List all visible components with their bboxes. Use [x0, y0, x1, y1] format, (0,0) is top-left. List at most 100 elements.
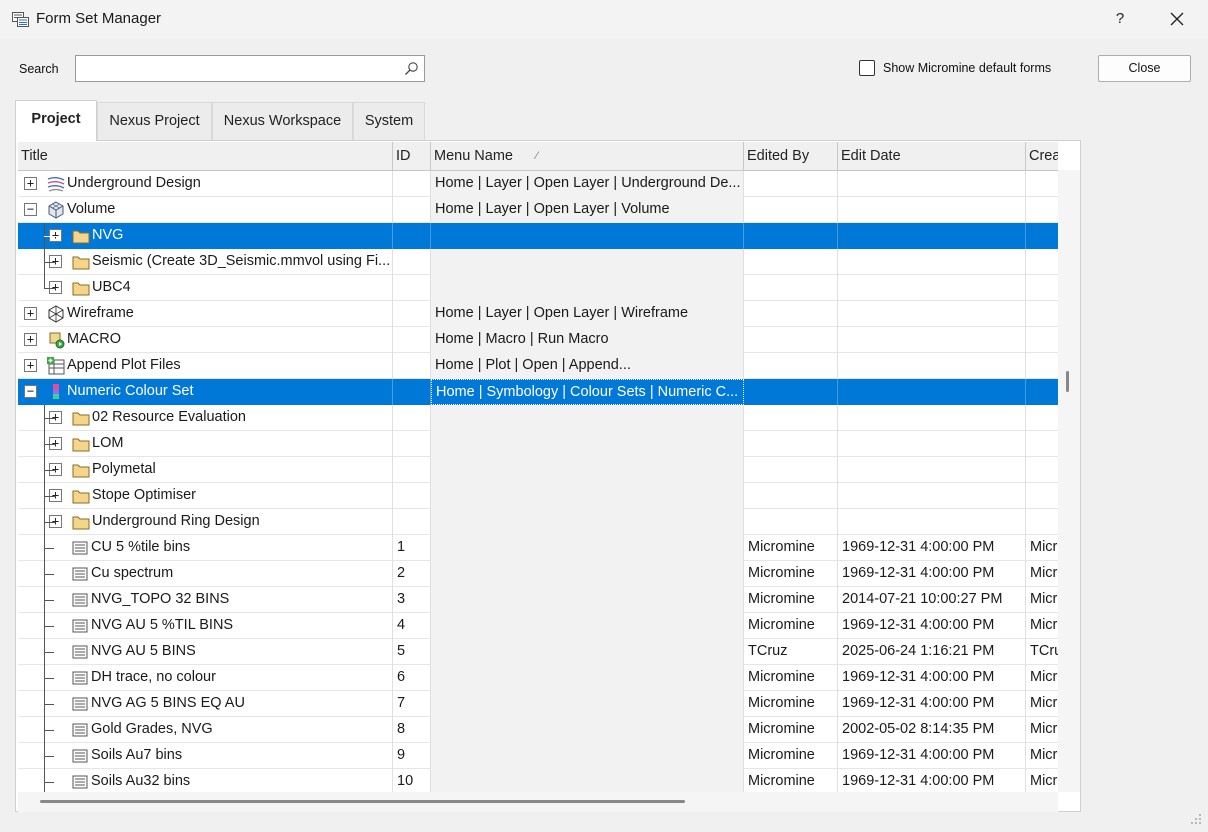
column-header-title[interactable]: Title — [18, 142, 393, 171]
cell-menu[interactable]: Home | Symbology | Colour Sets | Numeric… — [431, 379, 744, 405]
cell-edit-date[interactable] — [838, 405, 1026, 431]
cell-menu[interactable] — [431, 249, 744, 275]
cell-edit-date[interactable] — [838, 171, 1026, 197]
cell-title[interactable]: DH trace, no colour — [18, 665, 393, 691]
cell-title[interactable]: CU 5 %tile bins — [18, 535, 393, 561]
cell-id[interactable] — [393, 457, 431, 483]
cell-edited-by[interactable] — [744, 197, 838, 223]
cell-edit-date[interactable]: 1969-12-31 4:00:00 PM — [838, 691, 1026, 717]
cell-created[interactable]: Micr — [1026, 691, 1058, 717]
cell-edited-by[interactable] — [744, 171, 838, 197]
cell-title[interactable]: + Polymetal — [18, 457, 393, 483]
cell-edit-date[interactable]: 2014-07-21 10:00:27 PM — [838, 587, 1026, 613]
cell-edited-by[interactable] — [744, 275, 838, 301]
tab-project[interactable]: Project — [15, 100, 97, 141]
cell-created[interactable] — [1026, 249, 1058, 275]
cell-menu[interactable] — [431, 613, 744, 639]
tab-system[interactable]: System — [353, 102, 425, 140]
tab-nexus-workspace[interactable]: Nexus Workspace — [212, 102, 353, 140]
cell-edited-by[interactable]: Micromine — [744, 535, 838, 561]
close-button[interactable]: Close — [1098, 55, 1191, 82]
cell-created[interactable]: Micr — [1026, 587, 1058, 613]
table-row[interactable]: Cu spectrum 2 Micromine 1969-12-31 4:00:00 … — [18, 561, 1058, 587]
cell-id[interactable] — [393, 431, 431, 457]
cell-edited-by[interactable] — [744, 509, 838, 535]
cell-edit-date[interactable] — [838, 353, 1026, 379]
cell-title[interactable]: + Wireframe — [18, 301, 393, 327]
cell-title[interactable]: NVG_TOPO 32 BINS — [18, 587, 393, 613]
vertical-scroll-thumb[interactable] — [1066, 371, 1069, 392]
cell-menu[interactable]: Home | Layer | Open Layer | Volume — [431, 197, 744, 223]
cell-menu[interactable] — [431, 509, 744, 535]
cell-created[interactable]: Micr — [1026, 665, 1058, 691]
cell-menu[interactable] — [431, 483, 744, 509]
cell-title[interactable]: NVG AG 5 BINS EQ AU — [18, 691, 393, 717]
cell-created[interactable]: Micr — [1026, 743, 1058, 769]
cell-title[interactable]: − Volume — [18, 197, 393, 223]
cell-edited-by[interactable] — [744, 249, 838, 275]
table-row[interactable]: − Volume Home | Layer | Open Layer | Volum… — [18, 197, 1058, 223]
cell-created[interactable] — [1026, 509, 1058, 535]
cell-edited-by[interactable]: Micromine — [744, 691, 838, 717]
cell-edited-by[interactable] — [744, 301, 838, 327]
cell-menu[interactable] — [431, 561, 744, 587]
cell-menu[interactable] — [431, 405, 744, 431]
cell-created[interactable] — [1026, 223, 1058, 249]
cell-title[interactable]: + LOM — [18, 431, 393, 457]
cell-edited-by[interactable]: Micromine — [744, 717, 838, 743]
cell-edit-date[interactable]: 2025-06-24 1:16:21 PM — [838, 639, 1026, 665]
cell-id[interactable]: 5 — [393, 639, 431, 665]
cell-edited-by[interactable] — [744, 327, 838, 353]
table-row[interactable]: NVG AG 5 BINS EQ AU 7 Micromine 1969-12-31 … — [18, 691, 1058, 717]
cell-created[interactable] — [1026, 379, 1058, 405]
cell-edit-date[interactable] — [838, 509, 1026, 535]
cell-title[interactable]: + UBC4 — [18, 275, 393, 301]
cell-created[interactable] — [1026, 275, 1058, 301]
table-row[interactable]: − Numeric Colour Set Home | Symbology | Co… — [18, 379, 1058, 405]
cell-title[interactable]: Soils Au7 bins — [18, 743, 393, 769]
table-row[interactable]: + LOM — [18, 431, 1058, 457]
cell-menu[interactable] — [431, 431, 744, 457]
cell-id[interactable]: 4 — [393, 613, 431, 639]
help-button[interactable]: ? — [1108, 6, 1132, 32]
table-row[interactable]: + Seismic (Create 3D_Seismic.mmvol using … — [18, 249, 1058, 275]
cell-edited-by[interactable] — [744, 483, 838, 509]
cell-created[interactable]: TCru — [1026, 639, 1058, 665]
cell-created[interactable]: Micr — [1026, 769, 1058, 792]
cell-created[interactable] — [1026, 327, 1058, 353]
cell-edit-date[interactable]: 1969-12-31 4:00:00 PM — [838, 743, 1026, 769]
cell-created[interactable]: Micr — [1026, 717, 1058, 743]
cell-menu[interactable]: Home | Plot | Open | Append... — [431, 353, 744, 379]
cell-menu[interactable] — [431, 587, 744, 613]
cell-edited-by[interactable] — [744, 431, 838, 457]
cell-menu[interactable]: Home | Layer | Open Layer | Underground … — [431, 171, 744, 197]
cell-created[interactable]: Micr — [1026, 561, 1058, 587]
cell-id[interactable] — [393, 249, 431, 275]
cell-title[interactable]: Soils Au32 bins — [18, 769, 393, 792]
cell-title[interactable]: + Seismic (Create 3D_Seismic.mmvol using … — [18, 249, 393, 275]
cell-edit-date[interactable] — [838, 197, 1026, 223]
cell-menu[interactable] — [431, 639, 744, 665]
cell-edit-date[interactable]: 1969-12-31 4:00:00 PM — [838, 665, 1026, 691]
cell-id[interactable]: 6 — [393, 665, 431, 691]
cell-menu[interactable] — [431, 743, 744, 769]
cell-title[interactable]: + Stope Optimiser — [18, 483, 393, 509]
cell-id[interactable]: 8 — [393, 717, 431, 743]
cell-id[interactable] — [393, 509, 431, 535]
cell-created[interactable]: Micr — [1026, 613, 1058, 639]
cell-edited-by[interactable]: Micromine — [744, 587, 838, 613]
cell-id[interactable]: 3 — [393, 587, 431, 613]
table-row[interactable]: NVG AU 5 %TIL BINS 4 Micromine 1969-12-31 4… — [18, 613, 1058, 639]
column-header-menu-name[interactable]: Menu Name ⁄ — [431, 142, 744, 171]
cell-id[interactable] — [393, 197, 431, 223]
cell-edited-by[interactable] — [744, 223, 838, 249]
cell-edited-by[interactable]: Micromine — [744, 743, 838, 769]
cell-title[interactable]: + Append Plot Files — [18, 353, 393, 379]
column-header-edit-date[interactable]: Edit Date — [838, 142, 1026, 171]
cell-id[interactable] — [393, 379, 431, 405]
cell-id[interactable]: 2 — [393, 561, 431, 587]
cell-id[interactable]: 7 — [393, 691, 431, 717]
cell-created[interactable] — [1026, 405, 1058, 431]
search-input[interactable] — [75, 55, 425, 82]
cell-title[interactable]: − Numeric Colour Set — [18, 379, 393, 405]
